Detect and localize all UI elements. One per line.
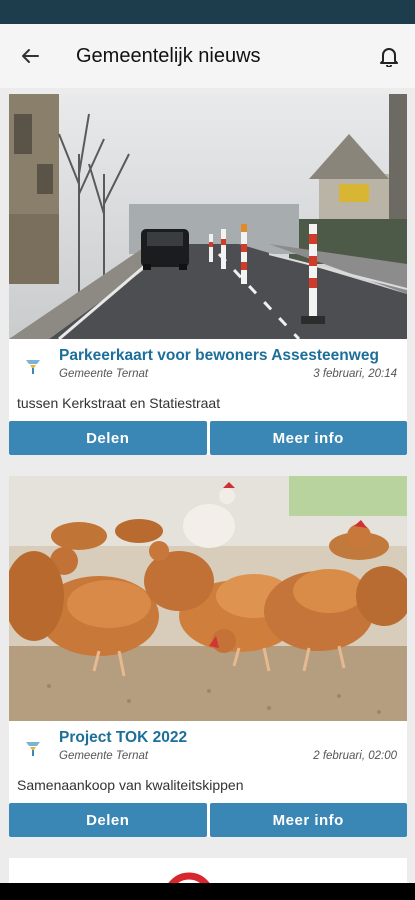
news-organization: Gemeente Ternat (59, 368, 149, 380)
news-card[interactable]: Parkeerkaart voor bewoners Assesteenweg … (9, 94, 407, 455)
notifications-button[interactable] (363, 24, 415, 88)
street-photo[interactable] (9, 94, 407, 339)
card-actions: Delen Meer info (9, 421, 407, 455)
news-organization: Gemeente Ternat (59, 750, 149, 762)
news-title[interactable]: Parkeerkaart voor bewoners Assesteenweg (59, 347, 379, 365)
back-button[interactable] (0, 24, 60, 88)
chickens-photo[interactable] (9, 476, 407, 721)
news-meta: Project TOK 2022 Gemeente Ternat 2 febru… (9, 721, 407, 769)
news-description: Samenaankoop van kwaliteitskippen (17, 777, 244, 793)
news-date: 3 februari, 20:14 (313, 368, 397, 380)
more-info-button[interactable]: Meer info (209, 421, 407, 455)
bell-icon (380, 48, 398, 67)
news-feed[interactable]: Parkeerkaart voor bewoners Assesteenweg … (0, 88, 415, 883)
status-bar (0, 0, 415, 24)
card-actions: Delen Meer info (9, 803, 407, 837)
arrow-left-icon (22, 49, 39, 63)
share-button[interactable]: Delen (9, 803, 207, 837)
news-description: tussen Kerkstraat en Statiestraat (17, 395, 221, 411)
news-card[interactable]: Project TOK 2022 Gemeente Ternat 2 febru… (9, 476, 407, 837)
share-button[interactable]: Delen (9, 421, 207, 455)
news-meta: Parkeerkaart voor bewoners Assesteenweg … (9, 339, 407, 387)
municipality-logo-icon (26, 742, 40, 756)
news-card-partial[interactable] (9, 858, 407, 883)
page-title: Gemeentelijk nieuws (76, 44, 261, 67)
more-info-button[interactable]: Meer info (209, 803, 407, 837)
partial-logo-icon (168, 872, 210, 883)
system-nav-bar (0, 883, 415, 900)
news-date: 2 februari, 02:00 (313, 750, 397, 762)
municipality-logo-icon (26, 360, 40, 374)
news-title[interactable]: Project TOK 2022 (59, 729, 187, 747)
app-bar: Gemeentelijk nieuws (0, 24, 415, 88)
